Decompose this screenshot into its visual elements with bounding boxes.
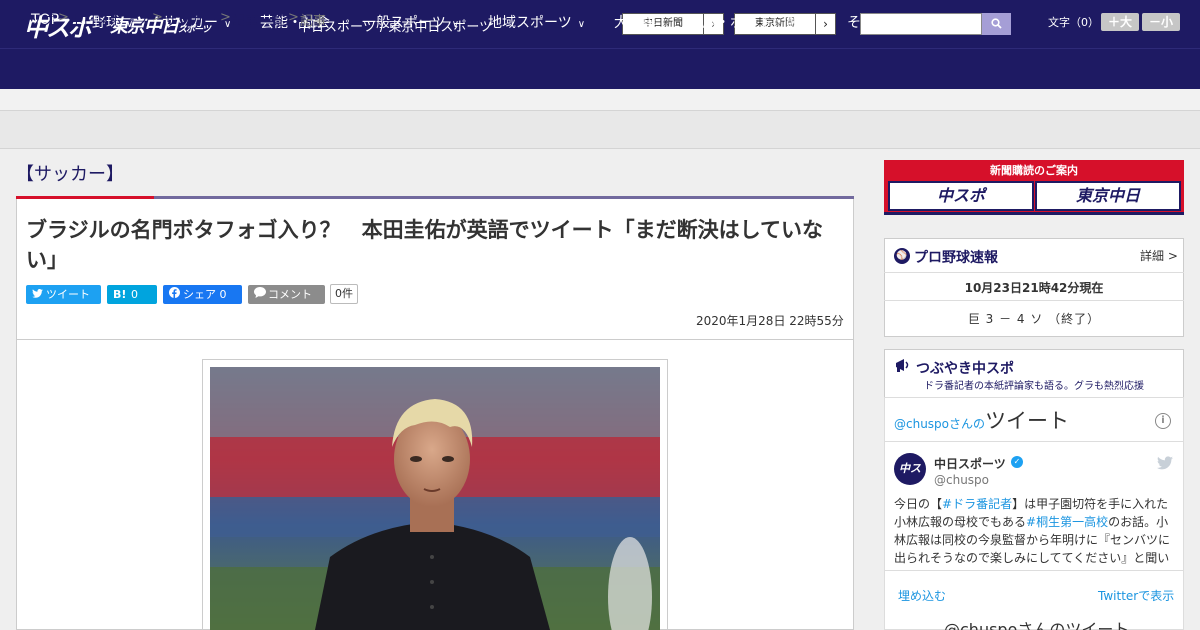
chevron-down-icon: ∨ <box>895 19 903 30</box>
hashtag-link[interactable]: #桐生第一高校 <box>1026 515 1108 529</box>
verified-badge-icon: ✓ <box>1011 456 1023 468</box>
breadcrumb-article-list[interactable]: 記事一覧 <box>232 10 284 29</box>
comment-count: 0件 <box>330 284 358 304</box>
nav-general-sports[interactable]: 一般スポーツ ∨ <box>362 12 459 32</box>
hashtag-link[interactable]: #ドラ番記者 <box>942 497 1012 511</box>
baseball-icon: ⚾ <box>894 248 910 264</box>
nav-others[interactable]: その他 ∨ <box>847 12 902 32</box>
player-photo-image <box>210 367 660 630</box>
facebook-share-label: シェア <box>183 288 216 301</box>
article-photo[interactable] <box>210 367 660 630</box>
nav-label: 大相撲 <box>614 15 656 31</box>
chevron-right-icon: › <box>815 14 835 34</box>
breadcrumb-current: 記事 <box>300 14 327 29</box>
hatena-bookmark-button[interactable]: B! 0 <box>107 285 157 304</box>
baseball-title: プロ野球速報 <box>914 250 998 266</box>
tweet-text: 今日の【#ドラ番記者】は甲子園切符を手に入れた小林広報の母校でもある#桐生第一高… <box>894 495 1174 569</box>
baseball-details-link[interactable]: 詳細 > <box>1140 247 1178 264</box>
breadcrumb-soccer[interactable]: サッカー <box>164 10 216 29</box>
nav-label: 競馬・ボート・競輪 <box>688 15 814 31</box>
tweet-text-part: 今日の【 <box>894 497 943 511</box>
twitter-widget-subtitle: ドラ番記者の本紙評論家も語る。グラも熱烈応援 <box>924 381 1144 392</box>
category-title: 【サッカー】 <box>16 164 124 185</box>
timeline-header-handle: @chuspoさんの <box>894 417 986 431</box>
font-smaller-button[interactable]: －小 <box>1142 13 1180 31</box>
breadcrumb-separator: > <box>288 10 299 25</box>
breadcrumb-top[interactable]: トップ <box>15 10 54 29</box>
twitter-bird-icon[interactable] <box>1157 455 1173 474</box>
comment-button[interactable]: コメント <box>248 285 325 304</box>
breadcrumb-separator: > <box>58 10 69 25</box>
nav-label: その他 <box>847 15 889 31</box>
divider <box>884 272 1184 273</box>
search-icon <box>991 18 1002 29</box>
timeline-header[interactable]: @chuspoさんのツイート <box>894 405 1069 435</box>
chevron-down-icon: ∨ <box>577 19 586 30</box>
nav-label: 地域スポーツ <box>488 15 572 31</box>
nav-sumo[interactable]: 大相撲 <box>614 12 656 32</box>
article-divider <box>16 339 854 340</box>
hatena-icon: B! <box>113 288 127 301</box>
publish-date: 2020年1月28日 22時55分 <box>696 314 844 328</box>
breadcrumb-chunichi-sports[interactable]: 中日スポーツ <box>70 10 148 29</box>
font-size-label: 文字（0） <box>1048 16 1099 29</box>
breadcrumb-separator: > <box>152 10 163 25</box>
subscription-tokyo-logo[interactable]: 東京中日 <box>1035 181 1181 211</box>
subscription-banner[interactable]: 新聞購読のご案内 中スポ 東京中日 <box>884 160 1184 215</box>
main-nav <box>0 48 1200 89</box>
comment-label: コメント <box>268 288 312 301</box>
chevron-down-icon: ∨ <box>451 19 460 30</box>
divider <box>884 441 1184 442</box>
timeline-footer[interactable]: @chuspoさんのツイート <box>944 616 1129 630</box>
nav-racing[interactable]: 競馬・ボート・競輪 <box>688 12 814 32</box>
baseball-update-time: 10月23日21時42分現在 <box>964 281 1104 295</box>
embed-link[interactable]: 埋め込む <box>898 587 946 604</box>
comment-bubble-icon <box>254 285 268 304</box>
divider <box>884 300 1184 301</box>
article-headline: ブラジルの名門ボタフォゴ入り？ 本田圭佑が英語でツイート「まだ断決はしていない」 <box>26 218 823 272</box>
nav-label: 一般スポーツ <box>362 15 446 31</box>
account-handle[interactable]: @chuspo <box>934 473 989 487</box>
font-larger-button[interactable]: ＋大 <box>1101 13 1139 31</box>
tweet-button[interactable]: ツイート <box>26 285 101 304</box>
megaphone-icon <box>894 356 912 374</box>
facebook-share-count: 0 <box>219 288 227 301</box>
subscription-chuspo-logo[interactable]: 中スポ <box>888 181 1034 211</box>
search-button[interactable] <box>982 13 1011 35</box>
nav-local-sports[interactable]: 地域スポーツ ∨ <box>488 12 585 32</box>
sub-nav-strip <box>0 89 1200 111</box>
divider <box>884 570 1184 571</box>
subscription-banner-bottom <box>884 212 1184 215</box>
breadcrumb <box>0 111 1200 149</box>
baseball-score[interactable]: 巨 3 － 4 ソ （終了） <box>884 310 1184 327</box>
tweet-label: ツイート <box>46 288 90 301</box>
facebook-icon <box>169 285 183 304</box>
avatar[interactable]: 中スポ <box>894 453 926 507</box>
hatena-count: 0 <box>131 288 138 301</box>
timeline-header-big: ツイート <box>985 409 1070 433</box>
twitter-bird-icon <box>32 285 46 304</box>
facebook-share-button[interactable]: シェア 0 <box>163 285 242 304</box>
view-on-twitter-link[interactable]: Twitterで表示 <box>1098 587 1174 604</box>
subscription-title: 新聞購読のご案内 <box>990 164 1078 177</box>
twitter-widget-title: つぶやき中スポ <box>916 361 1014 377</box>
account-name[interactable]: 中日スポーツ <box>934 455 1006 472</box>
breadcrumb-separator: > <box>220 10 231 25</box>
info-icon[interactable]: i <box>1155 413 1171 429</box>
